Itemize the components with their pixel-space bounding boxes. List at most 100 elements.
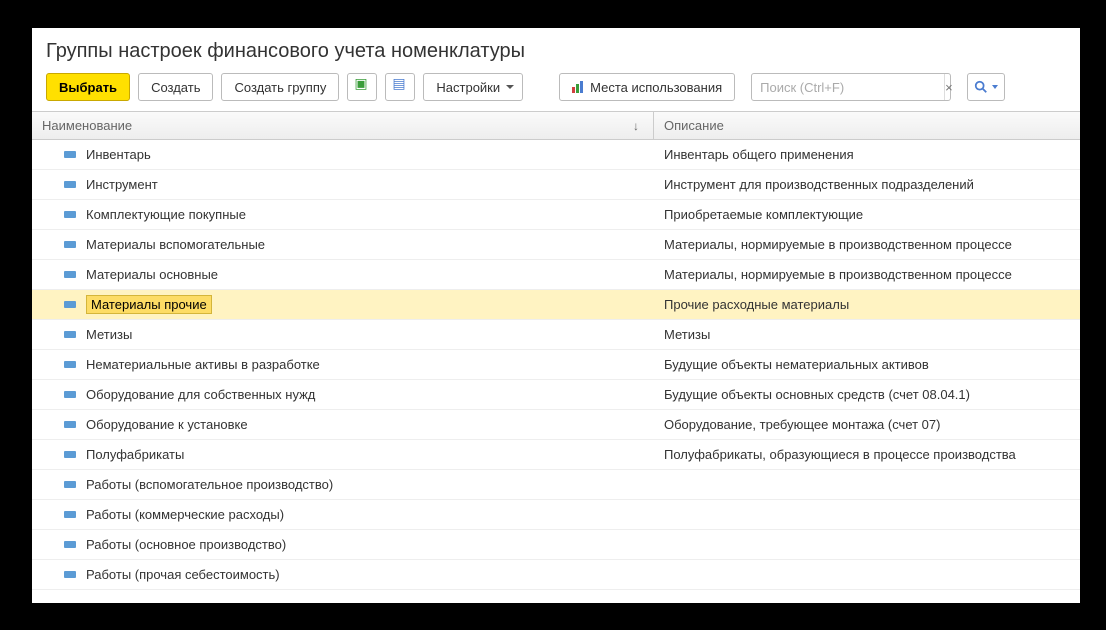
create-group-button[interactable]: Создать группу	[221, 73, 339, 101]
table-row[interactable]: Полуфабрикаты Полуфабрикаты, образующиеся…	[32, 440, 1080, 470]
table-row[interactable]: Нематериальные активы в разработке Будущи…	[32, 350, 1080, 380]
search-input[interactable]	[752, 80, 944, 95]
item-icon	[64, 331, 76, 338]
table-row[interactable]: Инструмент Инструмент для производственны…	[32, 170, 1080, 200]
item-icon	[64, 181, 76, 188]
settings-label: Настройки	[436, 80, 500, 95]
row-name: Нематериальные активы в разработке	[86, 357, 320, 372]
cell-name: Материалы вспомогательные	[32, 230, 654, 259]
cell-description: Инструмент для производственных подразде…	[654, 177, 1080, 192]
cell-name: Материалы прочие	[32, 290, 654, 319]
cell-name: Оборудование к установке	[32, 410, 654, 439]
column-name-label: Наименование	[42, 118, 132, 133]
cell-description: Метизы	[654, 327, 1080, 342]
row-name: Оборудование к установке	[86, 417, 248, 432]
close-icon: ×	[945, 80, 953, 95]
column-header-name[interactable]: Наименование ↓	[32, 112, 654, 139]
item-icon	[64, 151, 76, 158]
select-button[interactable]: Выбрать	[46, 73, 130, 101]
row-name: Материалы прочие	[86, 295, 212, 314]
item-icon	[64, 361, 76, 368]
cell-description: Полуфабрикаты, образующиеся в процессе п…	[654, 447, 1080, 462]
cell-name: Материалы основные	[32, 260, 654, 289]
item-icon	[64, 271, 76, 278]
advanced-search-button[interactable]	[967, 73, 1005, 101]
column-header-description[interactable]: Описание	[654, 118, 1080, 133]
item-icon	[64, 421, 76, 428]
cell-description: Прочие расходные материалы	[654, 297, 1080, 312]
cell-name: Оборудование для собственных нужд	[32, 380, 654, 409]
table-row[interactable]: Материалы основные Материалы, нормируемые…	[32, 260, 1080, 290]
table-row[interactable]: Оборудование к установке Оборудование, тр…	[32, 410, 1080, 440]
cell-name: Работы (вспомогательное производство)	[32, 470, 654, 499]
cell-name: Работы (прочая себестоимость)	[32, 560, 654, 589]
item-icon	[64, 511, 76, 518]
chevron-down-icon	[992, 85, 998, 89]
row-name: Работы (коммерческие расходы)	[86, 507, 284, 522]
item-icon	[64, 481, 76, 488]
clear-search-button[interactable]: ×	[944, 74, 953, 100]
column-description-label: Описание	[664, 118, 724, 133]
page-title: Группы настроек финансового учета номенк…	[32, 28, 1080, 73]
cell-description: Будущие объекты нематериальных активов	[654, 357, 1080, 372]
table-row[interactable]: Оборудование для собственных нужд Будущие…	[32, 380, 1080, 410]
load-button[interactable]	[347, 73, 377, 101]
cell-description: Приобретаемые комплектующие	[654, 207, 1080, 222]
row-name: Инструмент	[86, 177, 158, 192]
row-name: Материалы основные	[86, 267, 218, 282]
usage-places-label: Места использования	[590, 80, 722, 95]
table-row[interactable]: Метизы Метизы	[32, 320, 1080, 350]
row-name: Полуфабрикаты	[86, 447, 184, 462]
cell-name: Метизы	[32, 320, 654, 349]
item-icon	[64, 241, 76, 248]
table-row[interactable]: Работы (коммерческие расходы)	[32, 500, 1080, 530]
table-body: Инвентарь Инвентарь общего применения Инст…	[32, 140, 1080, 590]
row-name: Работы (прочая себестоимость)	[86, 567, 280, 582]
item-icon	[64, 571, 76, 578]
chevron-down-icon	[506, 85, 514, 89]
item-icon	[64, 211, 76, 218]
row-name: Оборудование для собственных нужд	[86, 387, 315, 402]
data-table: Наименование ↓ Описание ИнвентарьИнвента…	[32, 111, 1080, 590]
row-name: Комплектующие покупные	[86, 207, 246, 222]
chart-icon	[572, 81, 584, 93]
cell-description: Будущие объекты основных средств (счет 0…	[654, 387, 1080, 402]
table-header: Наименование ↓ Описание	[32, 112, 1080, 140]
row-name: Материалы вспомогательные	[86, 237, 265, 252]
table-row[interactable]: Комплектующие покупные Приобретаемые комп…	[32, 200, 1080, 230]
app-window: Группы настроек финансового учета номенк…	[32, 28, 1080, 603]
table-row[interactable]: Работы (вспомогательное производство)	[32, 470, 1080, 500]
cell-description: Инвентарь общего применения	[654, 147, 1080, 162]
row-name: Метизы	[86, 327, 132, 342]
cell-description: Материалы, нормируемые в производственно…	[654, 237, 1080, 252]
search-box[interactable]: ×	[751, 73, 951, 101]
cell-name: Нематериальные активы в разработке	[32, 350, 654, 379]
usage-places-button[interactable]: Места использования	[559, 73, 735, 101]
table-row[interactable]: Работы (прочая себестоимость)	[32, 560, 1080, 590]
cell-name: Работы (коммерческие расходы)	[32, 500, 654, 529]
item-icon	[64, 301, 76, 308]
table-row[interactable]: Материалы вспомогательные Материалы, норм…	[32, 230, 1080, 260]
cell-name: Инвентарь	[32, 140, 654, 169]
item-icon	[64, 391, 76, 398]
row-name: Инвентарь	[86, 147, 151, 162]
search-icon	[974, 80, 988, 94]
list-icon	[393, 80, 407, 94]
list-mode-button[interactable]	[385, 73, 415, 101]
create-button[interactable]: Создать	[138, 73, 213, 101]
item-icon	[64, 451, 76, 458]
settings-button[interactable]: Настройки	[423, 73, 523, 101]
cell-name: Комплектующие покупные	[32, 200, 654, 229]
cell-name: Полуфабрикаты	[32, 440, 654, 469]
row-name: Работы (основное производство)	[86, 537, 286, 552]
table-row[interactable]: Материалы прочие Прочие расходные материа…	[32, 290, 1080, 320]
item-icon	[64, 541, 76, 548]
load-icon	[355, 80, 369, 94]
cell-name: Инструмент	[32, 170, 654, 199]
table-row[interactable]: Инвентарь Инвентарь общего применения	[32, 140, 1080, 170]
row-name: Работы (вспомогательное производство)	[86, 477, 333, 492]
sort-arrow-icon: ↓	[633, 119, 639, 133]
table-row[interactable]: Работы (основное производство)	[32, 530, 1080, 560]
cell-description: Оборудование, требующее монтажа (счет 07…	[654, 417, 1080, 432]
cell-description: Материалы, нормируемые в производственно…	[654, 267, 1080, 282]
